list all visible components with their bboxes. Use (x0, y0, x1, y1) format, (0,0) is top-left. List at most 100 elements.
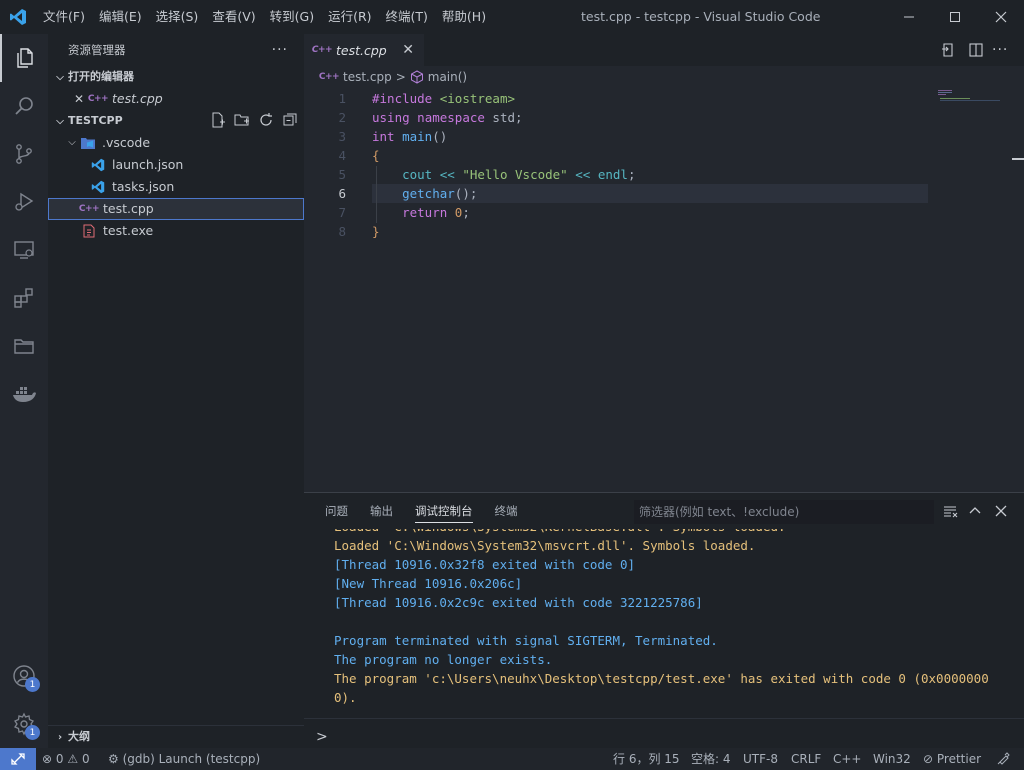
tree-file-test-exe[interactable]: test.exe (48, 220, 304, 242)
files-icon (17, 48, 33, 68)
method-symbol-icon (410, 70, 423, 84)
accounts-button[interactable]: 1 (0, 652, 48, 700)
open-to-side-icon[interactable] (940, 42, 956, 58)
run-debug-button[interactable] (0, 178, 48, 226)
code-line[interactable]: } (372, 224, 380, 239)
repl-divider (304, 718, 1024, 719)
feedback-icon[interactable] (996, 748, 1010, 770)
code-line[interactable]: int main() (372, 129, 447, 144)
error-count: 0 (55, 752, 64, 766)
tree-folder-vscode[interactable]: ⌵ .vscode (48, 132, 304, 154)
line-number: 4 (338, 148, 346, 163)
cpp-file-icon: C++ (87, 94, 109, 104)
breadcrumb-symbol[interactable]: main() (428, 70, 467, 84)
language-mode[interactable]: C++ (833, 748, 862, 770)
collapse-all-icon[interactable] (282, 112, 298, 128)
minimap[interactable] (936, 88, 1010, 102)
tab-test-cpp[interactable]: C++ test.cpp ✕ (304, 34, 424, 66)
debug-launch-status[interactable]: ⚙ (gdb) Launch (testcpp) (108, 748, 260, 770)
more-actions-icon[interactable]: ··· (992, 42, 1008, 58)
remote-indicator[interactable] (0, 748, 36, 770)
console-line: [Thread 10916.0x2c9c exited with code 32… (334, 595, 703, 610)
menu-bar: 文件(F) 编辑(E) 选择(S) 查看(V) 转到(G) 运行(R) 终端(T… (36, 0, 493, 34)
manage-button[interactable]: 1 (0, 700, 48, 748)
menu-terminal[interactable]: 终端(T) (379, 0, 435, 34)
code-line[interactable]: cout << "Hello Vscode" << endl; (372, 167, 635, 182)
code-line[interactable]: #include <iostream> (372, 91, 515, 106)
console-line: 0). (334, 690, 357, 705)
docker-icon (13, 387, 36, 402)
menu-selection[interactable]: 选择(S) (149, 0, 206, 34)
console-line: Program terminated with signal SIGTERM, … (334, 633, 718, 648)
open-editor-item[interactable]: ✕ C++ test.cpp (48, 88, 304, 110)
menu-help[interactable]: 帮助(H) (435, 0, 493, 34)
explorer-button[interactable] (0, 34, 48, 82)
tree-file-launch-json[interactable]: launch.json (48, 154, 304, 176)
menu-view[interactable]: 查看(V) (205, 0, 262, 34)
minimize-button[interactable] (886, 0, 932, 34)
docker-button[interactable] (0, 370, 48, 418)
window-title: test.cpp - testcpp - Visual Studio Code (581, 9, 821, 24)
tree-item-label: .vscode (102, 135, 151, 150)
menu-go[interactable]: 转到(G) (263, 0, 321, 34)
tab-debug-console[interactable]: 调试控制台 (404, 493, 484, 529)
folders-button[interactable] (0, 322, 48, 370)
close-tab-icon[interactable]: ✕ (402, 42, 414, 58)
close-window-button[interactable] (978, 0, 1024, 34)
end-of-line[interactable]: CRLF (791, 748, 821, 770)
repl-prompt[interactable]: > (316, 729, 328, 745)
prettier-status[interactable]: ⊘ Prettier (923, 748, 981, 770)
workspace-header[interactable]: ⌵ TESTCPP (48, 110, 304, 132)
search-button[interactable] (0, 82, 48, 130)
debug-console-output[interactable]: Loaded 'C:\Windows\System32\KernelBase.d… (304, 529, 1024, 711)
tree-item-label: test.exe (103, 223, 154, 238)
close-panel-icon[interactable] (992, 502, 1010, 520)
breadcrumb-file[interactable]: test.cpp (343, 70, 392, 84)
code-line[interactable]: return 0; (372, 205, 470, 220)
new-file-icon[interactable] (210, 112, 226, 128)
code-line[interactable]: using namespace std; (372, 110, 523, 125)
split-editor-icon[interactable] (968, 42, 984, 58)
code-editor[interactable]: 1 2 3 4 5 6 7 8 #include <iostream> usin… (304, 88, 1024, 492)
cursor-position[interactable]: 行 6，列 15 (613, 748, 680, 770)
problems-status[interactable]: ⊗ 0 ⚠ 0 (42, 748, 90, 770)
vscode-folder-icon (80, 135, 96, 151)
open-editors-label: 打开的编辑器 (68, 70, 134, 83)
platform[interactable]: Win32 (873, 748, 911, 770)
code-line[interactable]: { (372, 148, 380, 163)
indentation[interactable]: 空格: 4 (691, 748, 731, 770)
more-actions-icon[interactable]: ··· (272, 34, 288, 66)
remote-explorer-button[interactable] (0, 226, 48, 274)
console-line: The program 'c:\Users\neuhx\Desktop\test… (334, 671, 989, 686)
tab-output[interactable]: 输出 (359, 493, 404, 529)
code-line[interactable]: getchar(); (372, 186, 477, 201)
maximize-button[interactable] (932, 0, 978, 34)
outline-header[interactable]: › 大纲 (48, 725, 304, 747)
console-line: The program no longer exists. (334, 652, 553, 667)
tree-file-test-cpp[interactable]: C++ test.cpp (48, 198, 304, 220)
menu-file[interactable]: 文件(F) (36, 0, 92, 34)
debug-launch-label: (gdb) Launch (testcpp) (122, 752, 261, 766)
tab-terminal[interactable]: 终端 (484, 493, 529, 529)
menu-run[interactable]: 运行(R) (321, 0, 378, 34)
extensions-button[interactable] (0, 274, 48, 322)
refresh-icon[interactable] (258, 112, 274, 128)
new-folder-icon[interactable] (234, 112, 250, 128)
minimize-icon (904, 16, 914, 18)
debug-console-filter-input[interactable]: 筛选器(例如 text、!exclude) (634, 500, 934, 524)
line-number: 1 (338, 91, 346, 106)
tree-file-tasks-json[interactable]: tasks.json (48, 176, 304, 198)
cpp-file-icon: C++ (311, 45, 333, 55)
clear-console-icon[interactable] (941, 502, 959, 520)
tree-item-label: test.cpp (103, 201, 154, 216)
overview-ruler-marker (1012, 158, 1024, 160)
open-editors-header[interactable]: ⌵ 打开的编辑器 (48, 66, 304, 88)
tab-problems[interactable]: 问题 (314, 493, 359, 529)
source-control-button[interactable] (0, 130, 48, 178)
maximize-panel-icon[interactable] (966, 502, 984, 520)
menu-edit[interactable]: 编辑(E) (92, 0, 149, 34)
remote-icon (11, 753, 25, 765)
encoding[interactable]: UTF-8 (743, 748, 778, 770)
tree-item-label: launch.json (112, 157, 184, 172)
source-control-icon (16, 144, 32, 164)
